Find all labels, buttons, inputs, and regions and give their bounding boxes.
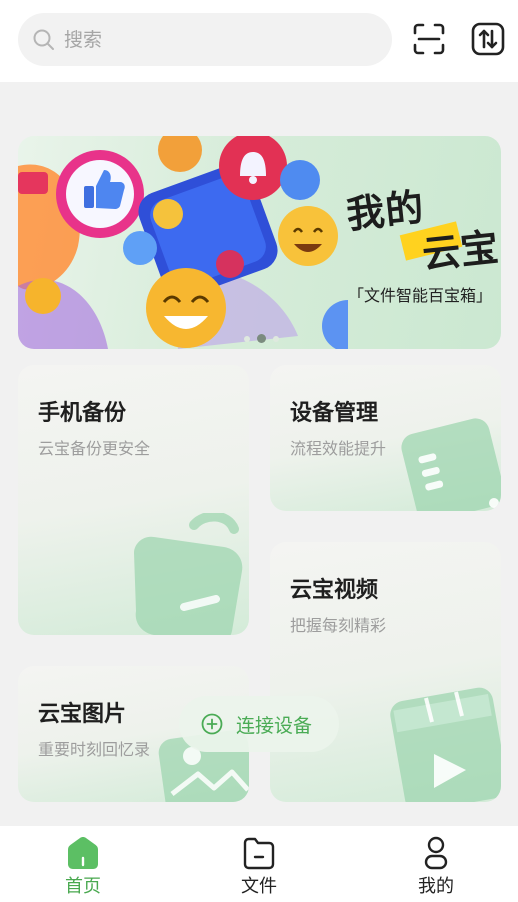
search-icon xyxy=(33,29,54,50)
nav-mine-label: 我的 xyxy=(418,876,454,897)
connect-device-button[interactable]: 连接设备 xyxy=(179,696,339,752)
card-title: 手机备份 xyxy=(38,401,127,426)
nav-files[interactable]: 文件 xyxy=(209,826,309,902)
video-icon xyxy=(390,687,501,802)
home-icon xyxy=(68,837,98,869)
user-icon xyxy=(424,836,448,870)
card-title: 云宝视频 xyxy=(290,578,379,603)
banner-title-line1: 我的 xyxy=(344,185,427,237)
scan-button[interactable] xyxy=(410,20,448,58)
search-input[interactable] xyxy=(64,13,374,66)
banner-title-line2: 云宝 xyxy=(420,225,501,277)
nav-mine[interactable]: 我的 xyxy=(386,826,486,902)
transfer-icon xyxy=(471,22,505,56)
card-subtitle: 云宝备份更安全 xyxy=(38,439,151,458)
promo-banner[interactable]: 我的 云宝 「文件智能百宝箱」 xyxy=(18,136,501,349)
pagination-dot[interactable] xyxy=(244,335,250,342)
search-bar[interactable] xyxy=(18,13,392,66)
card-subtitle: 重要时刻回忆录 xyxy=(38,740,151,759)
nav-home[interactable]: 首页 xyxy=(33,826,133,902)
top-header xyxy=(0,0,518,82)
device-manage-icon xyxy=(401,418,501,511)
card-title: 云宝图片 xyxy=(38,702,127,727)
pagination-dot-active[interactable] xyxy=(257,334,266,343)
card-title: 设备管理 xyxy=(290,401,379,426)
phone-backup-icon xyxy=(134,513,243,635)
banner-subtitle: 「文件智能百宝箱」 xyxy=(348,286,493,305)
banner-pagination xyxy=(244,334,279,343)
connect-device-label: 连接设备 xyxy=(236,715,313,737)
banner-illustration xyxy=(18,136,348,349)
bottom-nav: 首页 文件 我的 xyxy=(0,826,518,902)
nav-home-label: 首页 xyxy=(65,876,101,897)
plus-circle-icon xyxy=(201,713,223,735)
card-device-manage[interactable]: 设备管理 流程效能提升 xyxy=(270,365,501,511)
card-phone-backup[interactable]: 手机备份 云宝备份更安全 xyxy=(18,365,249,635)
pagination-dot[interactable] xyxy=(273,335,279,342)
transfer-button[interactable] xyxy=(469,20,507,58)
card-subtitle: 流程效能提升 xyxy=(290,439,387,458)
nav-files-label: 文件 xyxy=(241,876,277,897)
folder-icon xyxy=(243,837,275,870)
card-yunbao-video[interactable]: 云宝视频 把握每刻精彩 xyxy=(270,542,501,802)
scan-icon xyxy=(413,23,445,55)
card-subtitle: 把握每刻精彩 xyxy=(290,616,387,635)
